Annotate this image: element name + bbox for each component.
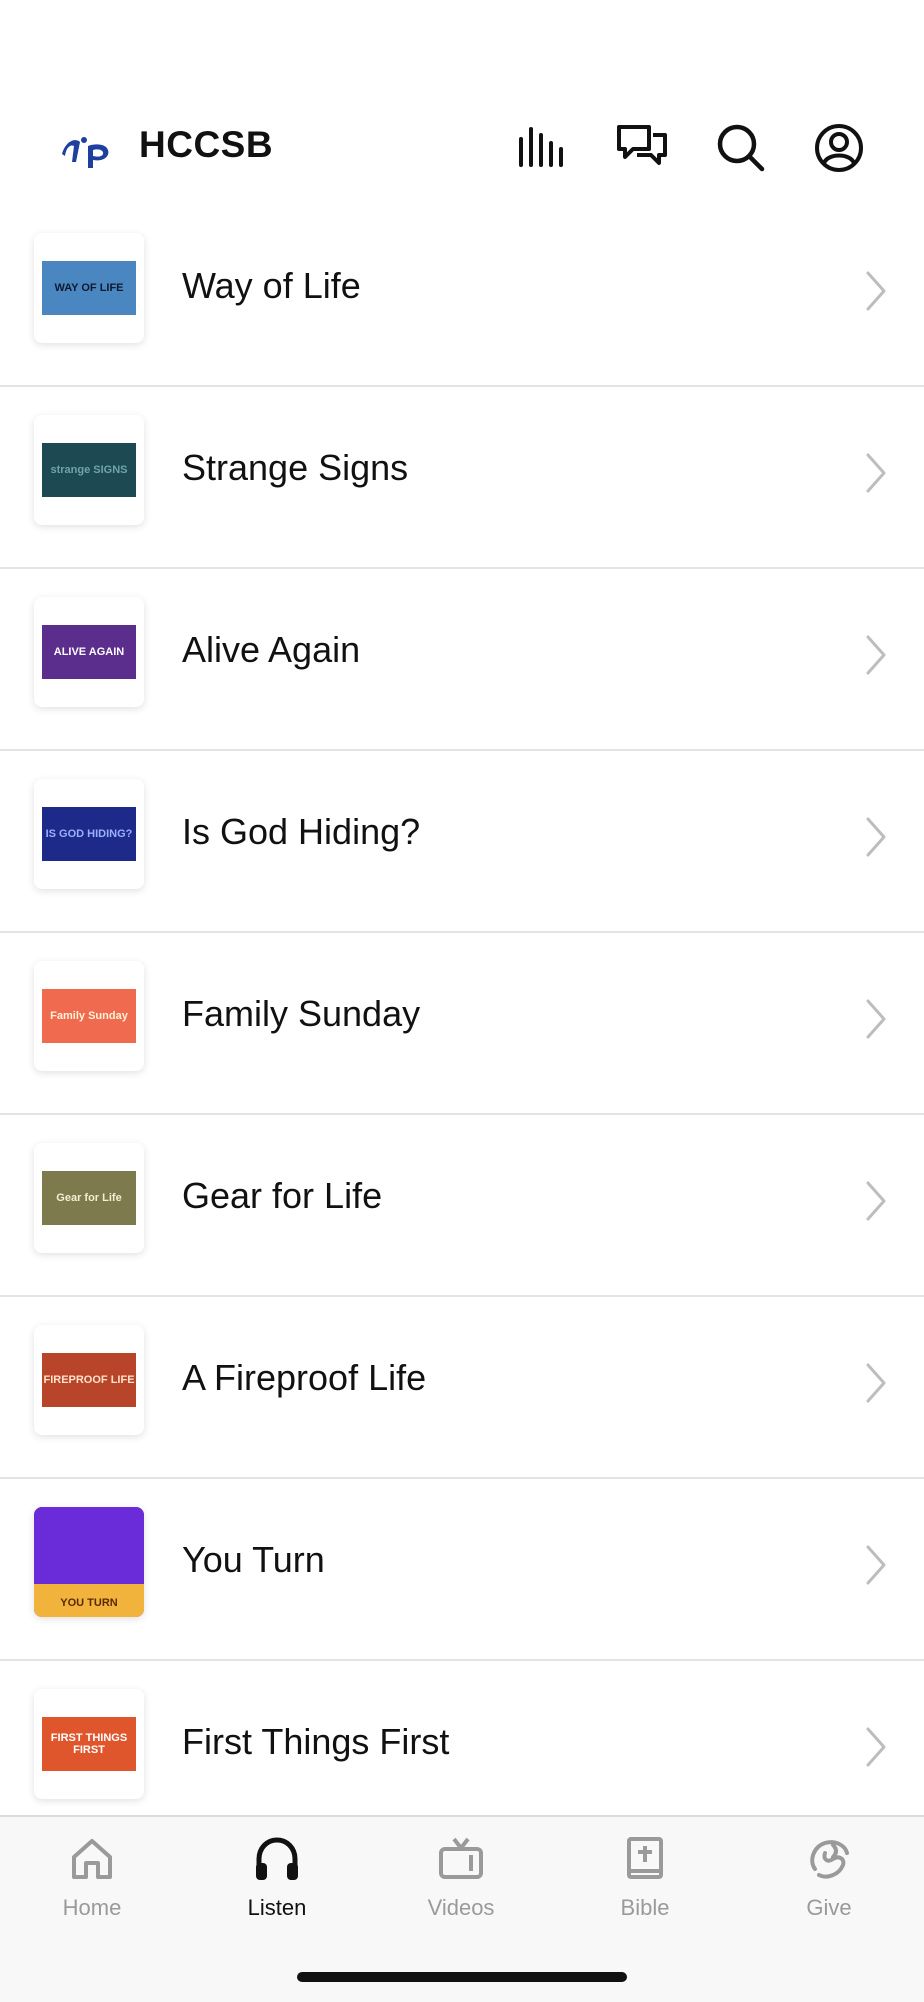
series-title: Strange Signs [182, 447, 409, 488]
series-artwork: FIRST THINGS FIRST [42, 1717, 136, 1771]
tab-give-label: Give [806, 1895, 852, 1920]
series-title: Family Sunday [182, 993, 421, 1034]
series-title: Way of Life [182, 265, 361, 306]
series-artwork: Family Sunday [42, 989, 136, 1043]
list-item[interactable]: YOU TURN You Turn [0, 1479, 924, 1661]
headphones-icon [256, 1837, 298, 1880]
church-logo-icon [62, 137, 109, 168]
list-item[interactable]: ALIVE AGAIN Alive Again [0, 569, 924, 751]
tab-listen[interactable]: Listen [202, 1835, 352, 1921]
chevron-right-icon [866, 271, 886, 311]
series-thumbnail: YOU TURN [34, 1507, 144, 1617]
series-title: Gear for Life [182, 1175, 383, 1216]
tab-bible[interactable]: Bible [570, 1835, 720, 1921]
series-artwork: YOU TURN [34, 1507, 144, 1617]
chevron-right-icon [866, 1181, 886, 1221]
tab-give[interactable]: Give [754, 1835, 904, 1921]
tab-bible-label: Bible [620, 1895, 670, 1920]
series-artwork: FIREPROOF LIFE [42, 1353, 136, 1407]
profile-icon[interactable] [811, 120, 867, 176]
tab-listen-label: Listen [247, 1895, 307, 1920]
chevron-right-icon [866, 453, 886, 493]
list-item[interactable]: IS GOD HIDING? Is God Hiding? [0, 751, 924, 933]
series-title: First Things First [182, 1721, 450, 1762]
series-artwork: strange SIGNS [42, 443, 136, 497]
chevron-right-icon [866, 635, 886, 675]
list-item[interactable]: strange SIGNS Strange Signs [0, 387, 924, 569]
chevron-right-icon [866, 1545, 886, 1585]
bible-icon [627, 1837, 663, 1879]
chat-icon[interactable] [614, 120, 670, 176]
series-thumbnail: IS GOD HIDING? [34, 779, 144, 889]
series-thumbnail: FIRST THINGS FIRST [34, 1689, 144, 1799]
series-artwork: ALIVE AGAIN [42, 625, 136, 679]
series-thumbnail: strange SIGNS [34, 415, 144, 525]
series-title: A Fireproof Life [182, 1357, 427, 1398]
series-thumbnail: Family Sunday [34, 961, 144, 1071]
tab-home-label: Home [62, 1895, 122, 1920]
chevron-right-icon [866, 1727, 886, 1767]
series-thumbnail: FIREPROOF LIFE [34, 1325, 144, 1435]
home-indicator [297, 1972, 627, 1982]
audio-bars-icon[interactable] [515, 120, 571, 176]
chevron-right-icon [866, 1363, 886, 1403]
series-title: Alive Again [182, 629, 361, 670]
home-icon [72, 1839, 112, 1879]
tab-videos[interactable]: Videos [386, 1835, 536, 1921]
series-artwork: Gear for Life [42, 1171, 136, 1225]
chevron-right-icon [866, 999, 886, 1039]
list-item[interactable]: Gear for Life Gear for Life [0, 1115, 924, 1297]
series-title: You Turn [182, 1539, 325, 1580]
series-thumbnail: WAY OF LIFE [34, 233, 144, 343]
app-header: HCCSB [0, 90, 924, 205]
search-icon[interactable] [713, 120, 769, 176]
series-list: WAY OF LIFE Way of Life strange SIGNS Stran… [0, 205, 924, 1815]
chevron-right-icon [866, 817, 886, 857]
tv-icon [439, 1837, 483, 1879]
series-title: Is God Hiding? [182, 811, 421, 852]
series-thumbnail: Gear for Life [34, 1143, 144, 1253]
list-item[interactable]: FIREPROOF LIFE A Fireproof Life [0, 1297, 924, 1479]
tab-home[interactable]: Home [17, 1835, 167, 1921]
series-artwork: WAY OF LIFE [42, 261, 136, 315]
series-thumbnail: ALIVE AGAIN [34, 597, 144, 707]
series-artwork: IS GOD HIDING? [42, 807, 136, 861]
list-item[interactable]: Family Sunday Family Sunday [0, 933, 924, 1115]
list-item[interactable]: FIRST THINGS FIRST First Things First [0, 1661, 924, 1815]
give-icon [810, 1840, 849, 1879]
tab-videos-label: Videos [427, 1895, 495, 1920]
list-item[interactable]: WAY OF LIFE Way of Life [0, 205, 924, 387]
app-title: HCCSB [139, 124, 274, 165]
